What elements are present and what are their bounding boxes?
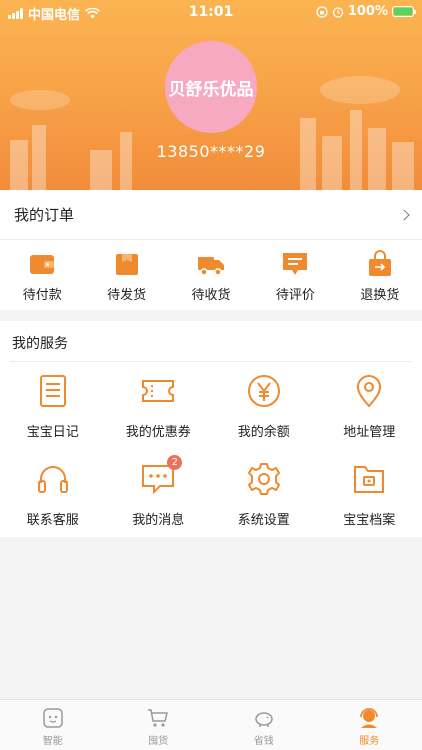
service-settings[interactable]: 系统设置 [211,457,317,545]
diary-icon [39,375,66,407]
alarm-icon [332,6,343,18]
order-label: 待评价 [275,288,315,303]
package-icon [115,254,138,275]
service-coupons[interactable]: 我的优惠券 [106,369,212,457]
service-balance[interactable]: 我的余额 [211,369,317,457]
order-label: 待付款 [22,288,62,303]
comment-icon [283,253,308,275]
tab-save[interactable]: 省钱 [211,700,317,750]
bottom-tab-bar: 智能 囤货 省钱 服务 [0,699,422,750]
service-baby-diary[interactable]: 宝宝日记 [0,369,106,457]
avatar-logo-text: 贝舒乐优品 [168,79,254,100]
my-orders-row[interactable]: 我的订单 [0,190,422,240]
service-baby-profile[interactable]: 宝宝档案 [317,457,422,545]
order-label: 待收货 [191,288,231,303]
service-label: 宝宝档案 [343,513,396,528]
divider [10,361,412,362]
service-label: 宝宝日记 [26,425,79,440]
piggy-bank-icon [255,712,273,727]
return-bag-icon [368,250,391,276]
status-bar: 中国电信 11:01 100% [0,0,422,24]
order-pending-shipment[interactable]: 待发货 [84,240,168,310]
gear-icon [247,463,280,495]
service-agent-icon [360,708,379,728]
truck-icon [198,257,225,276]
orders-title: 我的订单 [14,206,75,224]
folder-icon [354,466,385,493]
order-label: 退换货 [360,288,400,303]
profile-header: 中国电信 11:01 100% 贝舒乐优品 13850****29 [0,0,422,190]
tab-smart[interactable]: 智能 [0,700,106,750]
order-returns[interactable]: 退换货 [338,240,422,310]
tab-label: 省钱 [253,736,274,747]
order-pending-review[interactable]: 待评价 [253,240,337,310]
service-label: 地址管理 [343,425,396,440]
rotation-lock-icon [316,5,328,18]
tab-label: 智能 [42,736,63,747]
tab-service[interactable]: 服务 [317,700,422,750]
coupon-icon [142,380,175,402]
service-label: 系统设置 [237,513,290,528]
headphones-icon [37,466,68,493]
battery-percent: 100% [347,4,388,19]
baby-face-icon [43,708,63,728]
service-label: 联系客服 [26,513,79,528]
chevron-right-icon [398,208,410,221]
location-pin-icon [357,375,382,408]
battery-icon [392,6,416,17]
avatar[interactable]: 贝舒乐优品 [165,41,257,133]
yuan-icon [247,375,280,407]
services-title: 我的服务 [12,336,68,352]
service-label: 我的消息 [132,513,185,528]
tab-label: 服务 [359,736,380,747]
cart-icon [148,709,169,727]
order-label: 待发货 [107,288,147,303]
service-messages[interactable]: 2 我的消息 [106,455,212,545]
order-pending-payment[interactable]: 待付款 [0,240,84,310]
service-label: 我的优惠券 [125,425,191,440]
service-customer-support[interactable]: 联系客服 [0,457,106,545]
user-phone: 13850****29 [156,142,266,161]
order-pending-receipt[interactable]: 待收货 [169,240,253,310]
orders-section: 我的订单 待付款 待发货 待收货 待评价 退换货 [0,190,422,310]
wallet-icon [30,255,55,274]
tab-stock[interactable]: 囤货 [106,700,212,750]
service-address[interactable]: 地址管理 [317,369,422,457]
message-badge: 2 [167,455,183,470]
service-label: 我的余额 [237,425,290,440]
services-section: 我的服务 宝宝日记 我的优惠券 我的余额 地址管理 联系客服 2 我的消息 系统… [0,321,422,537]
tab-label: 囤货 [148,736,169,747]
